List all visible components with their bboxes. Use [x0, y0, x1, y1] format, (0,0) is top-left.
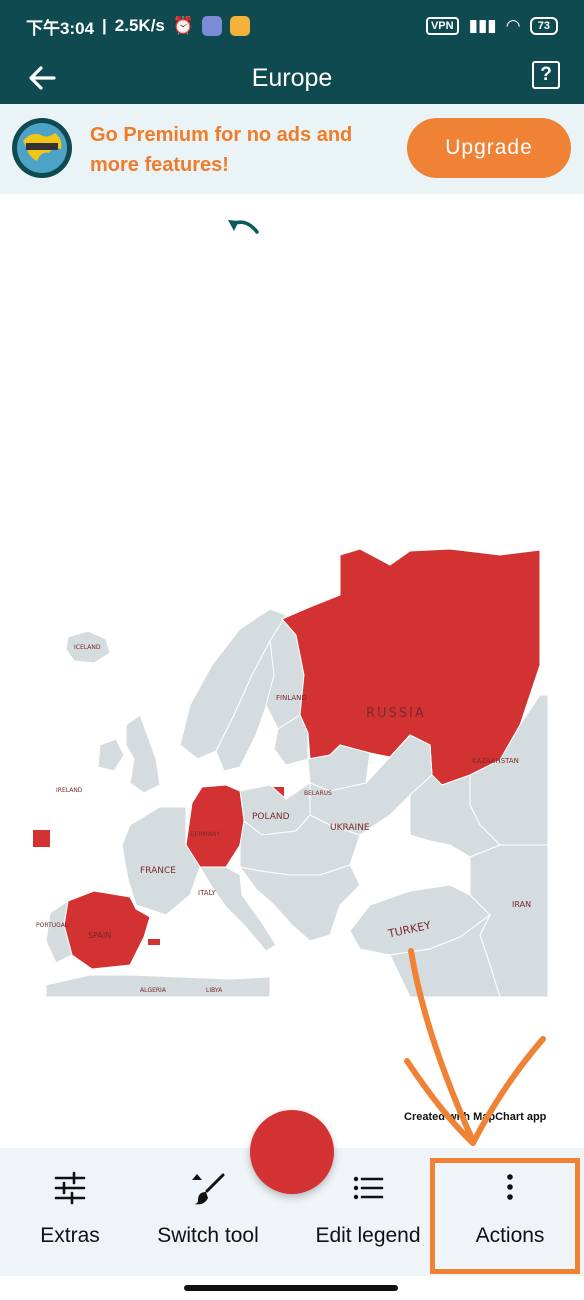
country-germany[interactable]: [185, 784, 245, 868]
extras-label: Extras: [40, 1224, 100, 1247]
label-ukraine: UKRAINE: [330, 823, 370, 833]
label-iceland: ICELAND: [74, 644, 101, 651]
premium-text: Go Premium for no ads and more features!: [90, 124, 353, 176]
globe-logo-icon: [12, 118, 72, 178]
edit-legend-label: Edit legend: [315, 1224, 421, 1247]
vpn-icon: VPN: [425, 17, 459, 35]
gesture-nav-handle[interactable]: [184, 1285, 398, 1291]
back-arrow-icon[interactable]: [24, 60, 60, 96]
page-title: Europe: [251, 63, 333, 92]
label-ireland: IRELAND: [56, 787, 83, 794]
sliders-icon: [54, 1171, 86, 1205]
annotation-highlight-box: [430, 1158, 580, 1274]
country-united-kingdom[interactable]: [125, 714, 161, 794]
status-time: 下午3:04: [26, 18, 95, 38]
label-portugal: PORTUGAL: [36, 922, 69, 929]
current-color-fab[interactable]: [250, 1110, 334, 1194]
label-poland: POLAND: [252, 812, 290, 822]
upgrade-button[interactable]: Upgrade: [407, 118, 571, 178]
europe-map[interactable]: RUSSIA KAZAKHSTAN FINLAND GERMANY POLAND…: [30, 545, 548, 1000]
list-icon: [353, 1176, 384, 1200]
notes-app-icon: [230, 16, 251, 36]
label-france: FRANCE: [140, 866, 176, 876]
label-finland: FINLAND: [276, 694, 307, 702]
label-russia: RUSSIA: [366, 706, 426, 721]
battery-icon: 73: [529, 17, 558, 35]
status-bar: 下午3:04 | 2.5K/s ⏰ VPN ▮▮▮ ◠ 73: [0, 0, 584, 52]
label-libya: LIBYA: [206, 987, 223, 994]
label-algeria: ALGERIA: [140, 987, 167, 994]
extras-button[interactable]: Extras: [18, 1148, 122, 1276]
country-france[interactable]: [121, 806, 201, 916]
wifi-icon: ◠: [506, 16, 520, 35]
undo-icon[interactable]: [224, 214, 262, 244]
paint-brush-icon: [192, 1173, 225, 1205]
label-germany: GERMANY: [190, 831, 220, 838]
help-icon[interactable]: ?: [532, 61, 560, 89]
annotation-arrow: [404, 948, 546, 1146]
country-ireland[interactable]: [97, 738, 125, 772]
app-bar: Europe ?: [0, 52, 584, 104]
label-spain: SPAIN: [88, 931, 111, 940]
switch-tool-label: Switch tool: [157, 1224, 259, 1247]
premium-banner: Go Premium for no ads and more features!…: [0, 104, 584, 194]
signal-icon: ▮▮▮: [468, 16, 497, 35]
alarm-icon: ⏰: [172, 16, 195, 35]
label-italy: ITALY: [198, 889, 217, 897]
label-belarus: BELARUS: [304, 790, 332, 797]
network-speed: 2.5K/s: [114, 16, 165, 35]
label-iran: IRAN: [512, 900, 531, 909]
robot-app-icon: [202, 16, 223, 36]
legend-color-swatch: [33, 830, 50, 847]
country-balearic-islands[interactable]: [148, 939, 160, 945]
label-kazakhstan: KAZAKHSTAN: [472, 757, 519, 765]
